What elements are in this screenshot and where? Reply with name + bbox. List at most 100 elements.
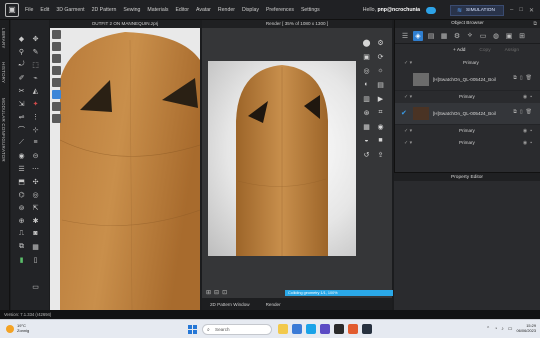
office-icon[interactable] xyxy=(348,324,358,334)
render-background-icon[interactable]: ▤ xyxy=(376,80,385,89)
render-shading-icon[interactable]: ◒ xyxy=(362,136,371,145)
weather-widget[interactable]: 19°C Zonnig xyxy=(6,323,29,333)
strengthen-tool-icon[interactable]: ✦ xyxy=(31,99,40,108)
fabric-swatch-row-selected[interactable]: ✔ [H]SwatchOn_QL-005424_Boil ⧉ ▯ 🗑 xyxy=(395,103,540,125)
pattern-view-icon[interactable]: ⊞ xyxy=(206,289,211,296)
layer-tool-icon[interactable]: ⧉ xyxy=(17,242,26,251)
cut-tool-icon[interactable]: ✂ xyxy=(17,86,26,95)
render-grid-icon[interactable]: ▦ xyxy=(362,122,371,131)
annotation-tool-icon[interactable]: ✱ xyxy=(31,216,40,225)
menu-materials[interactable]: Materials xyxy=(147,7,168,13)
delete-icon[interactable]: 🗑 xyxy=(526,109,532,115)
menu-display[interactable]: Display xyxy=(242,7,259,13)
shrink-tool-icon[interactable]: ⇱ xyxy=(31,203,40,212)
edit-curve-tool-icon[interactable]: ⌒ xyxy=(17,125,26,134)
menu-preferences[interactable]: Preferences xyxy=(266,7,294,13)
piping-tool-icon[interactable]: ◎ xyxy=(31,190,40,199)
avatar-display-icon[interactable] xyxy=(52,42,61,51)
garment-display-icon[interactable] xyxy=(52,54,61,63)
list-item[interactable]: ✓ ▾ Primary xyxy=(395,57,540,69)
clock[interactable]: 15:29 06/06/2023 xyxy=(517,323,536,333)
render-material-icon[interactable]: ◉ xyxy=(376,122,385,131)
render-camera-icon[interactable]: ◎ xyxy=(362,66,371,75)
simulation-mode-button[interactable]: ≋ SIMULATION xyxy=(450,4,504,16)
shape-tool-icon[interactable]: ◭ xyxy=(31,86,40,95)
render-reset-icon[interactable]: ↺ xyxy=(362,150,371,159)
render-light-icon[interactable]: ☼ xyxy=(376,66,385,75)
maximize-icon[interactable]: □ xyxy=(519,7,523,13)
edge-icon[interactable] xyxy=(306,324,316,334)
trim-tool-icon[interactable]: ☰ xyxy=(17,164,26,173)
render-refresh-icon[interactable]: ⟳ xyxy=(376,52,385,61)
eye-icon[interactable]: ◉ xyxy=(523,94,527,100)
close-icon[interactable]: ✕ xyxy=(529,7,534,14)
tab-render[interactable]: Render xyxy=(266,302,281,307)
menu-render[interactable]: Render xyxy=(218,7,235,13)
menu-3d-garment[interactable]: 3D Garment xyxy=(56,7,84,13)
select-tool-icon[interactable]: ◆ xyxy=(17,34,26,43)
copy-button[interactable]: Copy xyxy=(479,48,490,53)
texture-display-icon[interactable] xyxy=(52,78,61,87)
segment-tool-icon[interactable]: ⟋ xyxy=(17,138,26,147)
menu-sewing[interactable]: Sewing xyxy=(123,7,140,13)
duplicate-icon[interactable]: ⧉ xyxy=(513,109,517,115)
eye-icon[interactable]: ◉ xyxy=(523,140,527,146)
user-greeting[interactable]: Hello, pnp@ncrochunia xyxy=(363,7,420,13)
battery-icon[interactable]: ▭ xyxy=(508,326,513,332)
eye-icon[interactable]: ◉ xyxy=(523,128,527,134)
render-start-icon[interactable]: ⬤ xyxy=(362,38,371,47)
camera-icon[interactable] xyxy=(52,114,61,123)
hide-tool-icon[interactable]: ▯ xyxy=(31,255,40,264)
puckering-tool-icon[interactable]: ⌬ xyxy=(17,190,26,199)
store-icon[interactable] xyxy=(334,324,344,334)
viewport-3d[interactable] xyxy=(50,20,200,310)
lock-icon[interactable]: ▪ xyxy=(530,94,532,100)
list-item[interactable]: ✓ ▾ Primary ◉ ▪ xyxy=(395,125,540,137)
list-item[interactable]: ✓ ▾ Primary ◉ ▪ xyxy=(395,91,540,103)
trim-icon[interactable]: ⟡ xyxy=(465,31,475,41)
tab-modular-configurator[interactable]: MODULAR CONFIGURATOR xyxy=(1,98,6,162)
render-settings-icon[interactable]: ⚙ xyxy=(376,38,385,47)
clo-app-icon[interactable] xyxy=(362,324,372,334)
tab-2d-pattern-window[interactable]: 2D Pattern Window xyxy=(210,302,250,307)
render-stop-icon[interactable]: ■ xyxy=(376,136,385,145)
edit-point-tool-icon[interactable]: ⊹ xyxy=(31,125,40,134)
taskbar-search-input[interactable]: ⌕ Search xyxy=(202,324,272,335)
fabric-tool-icon[interactable]: ▮ xyxy=(17,255,26,264)
delete-icon[interactable]: 🗑 xyxy=(526,75,532,81)
zipper-tool-icon[interactable]: ⋮ xyxy=(31,112,40,121)
list-item[interactable]: ✓ ▾ Primary ◉ ▪ xyxy=(395,137,540,149)
pleat-tool-icon[interactable]: ≡ xyxy=(31,138,40,147)
lock-icon[interactable]: ▪ xyxy=(530,140,532,146)
piping-icon[interactable]: ▣ xyxy=(504,31,514,41)
assign-button[interactable]: Assign xyxy=(505,48,519,53)
render-environment-icon[interactable]: ◐ xyxy=(362,80,371,89)
menu-settings[interactable]: Settings xyxy=(301,7,320,13)
seam-icon[interactable]: ⊞ xyxy=(517,31,527,41)
list-view-icon[interactable]: ☰ xyxy=(400,31,410,41)
fabric-icon[interactable]: ◈ xyxy=(413,30,423,41)
app-logo-icon[interactable]: ▣ xyxy=(5,2,19,17)
lock-icon[interactable]: ▯ xyxy=(520,109,523,115)
brush-tool-icon[interactable]: ✐ xyxy=(17,73,26,82)
button-icon[interactable]: ▤ xyxy=(426,31,436,41)
sewing-line-tool-icon[interactable]: ⇌ xyxy=(17,112,26,121)
collapse-tool-icon[interactable]: ▭ xyxy=(31,282,40,291)
graphic-icon[interactable]: ▦ xyxy=(439,31,449,41)
render-preview[interactable] xyxy=(208,61,356,256)
pattern-grid-icon[interactable]: ⊟ xyxy=(214,289,219,296)
chevron-up-icon[interactable]: ⌃ xyxy=(486,326,490,332)
fabric-display-icon[interactable] xyxy=(52,66,61,75)
graphic-tool-icon[interactable]: ✣ xyxy=(31,177,40,186)
lock-icon[interactable]: ▪ xyxy=(530,128,532,134)
texture-tool-icon[interactable]: ⬒ xyxy=(17,177,26,186)
measure-tool-icon[interactable]: ⇲ xyxy=(17,99,26,108)
puckering-icon[interactable]: ◍ xyxy=(491,31,501,41)
tab-history[interactable]: HISTORY xyxy=(1,62,6,83)
visibility-toggle[interactable]: ✓ ▾ xyxy=(404,140,412,146)
render-video-icon[interactable]: ▶ xyxy=(376,94,385,103)
topstitch-icon[interactable]: ⚙ xyxy=(452,31,462,41)
gizmo-tool-icon[interactable]: ⊕ xyxy=(17,216,26,225)
lock-icon[interactable]: ▯ xyxy=(520,75,523,81)
menu-file[interactable]: File xyxy=(25,7,33,13)
